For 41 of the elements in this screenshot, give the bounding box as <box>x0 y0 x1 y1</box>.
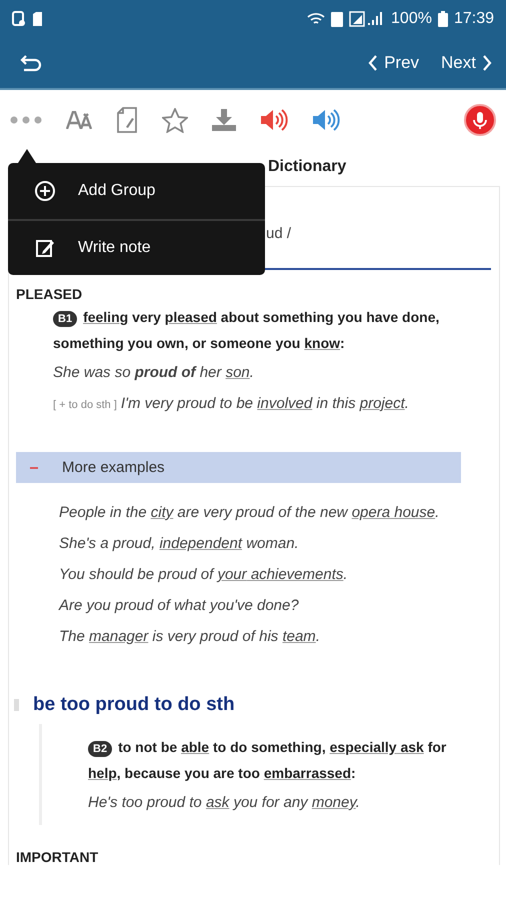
idiom-marker <box>14 699 19 711</box>
clock: 17:39 <box>454 10 494 28</box>
plus-circle-icon <box>34 180 56 202</box>
more-icon[interactable] <box>10 116 42 124</box>
example-sentence: You should be proud of your achievements. <box>59 565 349 585</box>
speaker-icon[interactable] <box>312 108 340 132</box>
battery-icon <box>438 11 448 27</box>
chevron-left-icon <box>368 54 378 72</box>
star-icon[interactable] <box>162 108 188 132</box>
next-button[interactable]: Next <box>441 53 492 73</box>
example-sentence: He's too proud to ask you for any money. <box>88 793 361 813</box>
back-icon[interactable] <box>20 53 44 73</box>
chevron-right-icon <box>482 54 492 72</box>
wifi-icon <box>307 12 326 26</box>
font-size-icon[interactable] <box>66 111 92 129</box>
document-icon[interactable] <box>116 107 138 133</box>
example-sentence: People in the city are very proud of the new opera house. <box>59 503 440 523</box>
idiom-heading: be too proud to do sth <box>33 694 235 716</box>
example-sentence: [ + to do sth ] I'm very proud to be involved in this project. <box>53 394 410 414</box>
screenshot-icon <box>12 11 26 27</box>
menu-item[interactable]: Add Group <box>8 163 265 219</box>
pronunciation: ud / <box>266 225 292 242</box>
definition: B2 to not be able to do something, especially ask for help, because you are too embarrassed: <box>88 738 448 783</box>
example-sentence: Are you proud of what you've done? <box>59 596 300 616</box>
menu-item[interactable]: Write note <box>8 219 265 275</box>
speaker-icon[interactable] <box>260 108 288 132</box>
battery-percent: 100% <box>391 10 432 28</box>
example-sentence: The manager is very proud of his team. <box>59 627 321 647</box>
sense-heading: PLEASED <box>16 286 84 302</box>
download-icon[interactable] <box>212 109 236 131</box>
note-pencil-icon <box>34 237 56 259</box>
more-examples-toggle[interactable]: More examples <box>16 452 461 483</box>
microphone-icon[interactable] <box>464 104 496 136</box>
page-title: Dictionary <box>268 158 346 177</box>
prev-button[interactable]: Prev <box>368 53 420 73</box>
example-sentence: She's a proud, independent woman. <box>59 534 300 554</box>
example-sentence: She was so proud of her son. <box>53 363 255 383</box>
sim-icon <box>331 12 344 26</box>
sense-heading: IMPORTANT <box>16 849 100 865</box>
sd-card-icon <box>32 11 43 27</box>
definition: B1 feeling very pleased about something you have done, something you own, or someone you know: <box>53 308 440 353</box>
